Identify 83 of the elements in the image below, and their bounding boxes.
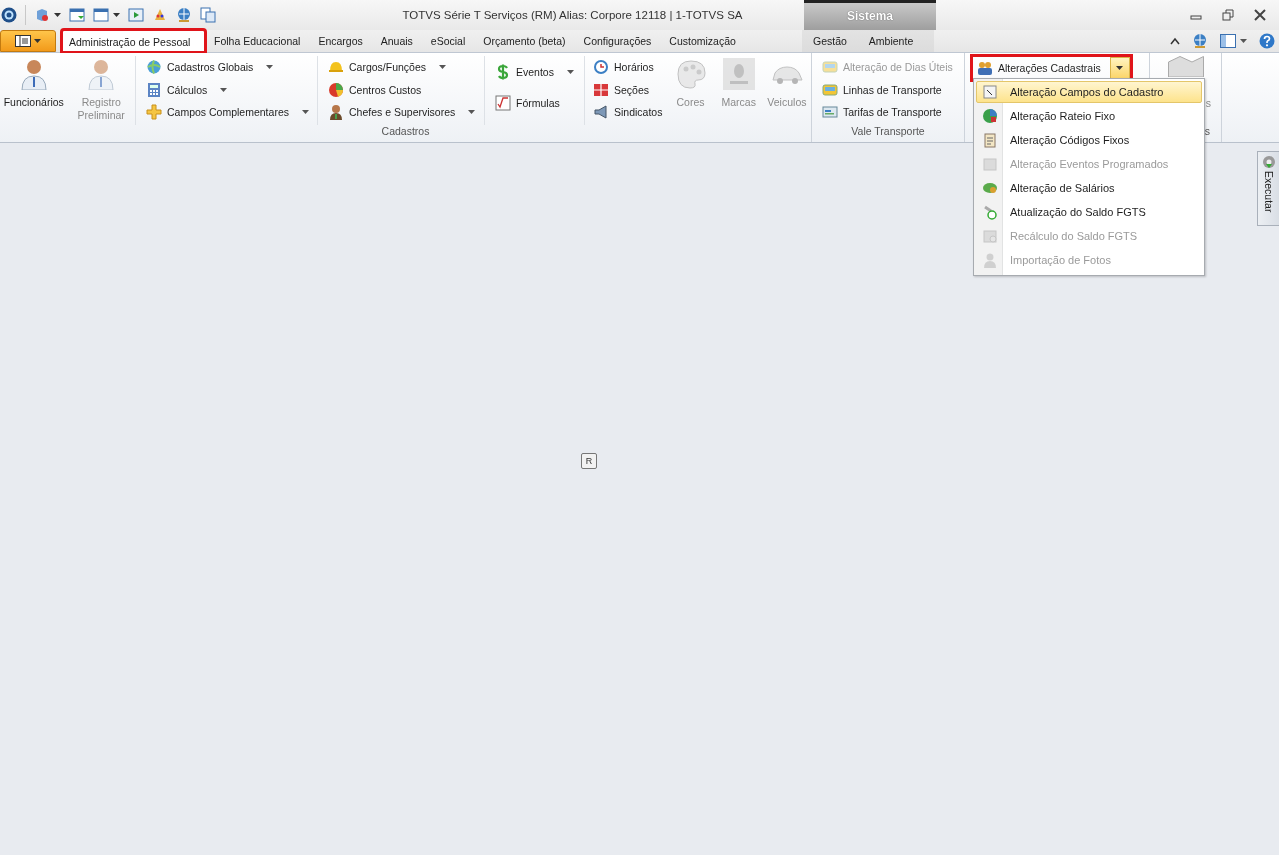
window-icon[interactable] [69,7,85,23]
ribbon-tab[interactable]: Anuais [371,31,422,52]
sections-icon [593,81,609,98]
ribbon-tab[interactable]: Configurações [574,31,661,52]
ticket-icon [822,104,838,120]
ribbon-tab[interactable]: Encargos [309,31,372,52]
ribbon-tab[interactable]: eSocial [421,31,475,52]
layout-icon[interactable] [1220,34,1236,48]
clock-icon [593,59,609,75]
window-title: TOTVS Série T Serviços (RM) Alias: Corpore 12118 | 1-TOTVS SA [401,9,744,21]
helmet-icon [328,59,344,75]
dollar-icon [495,63,511,80]
caret-icon [266,65,274,69]
play-icon[interactable] [128,7,144,23]
menu-item[interactable]: Alteração Campos do Cadastro [976,81,1202,103]
document-icon [982,228,998,244]
ribbon-button[interactable]: Fórmulas [495,93,578,114]
ribbon-button[interactable]: Cargos/Funções [328,57,478,77]
caret-icon [220,87,228,92]
formula-icon [495,95,511,112]
megaphone-icon [593,104,609,120]
refresh-icon [982,204,998,220]
restore-icon[interactable] [1222,9,1234,21]
menu-item[interactable]: Alteração Rateio Fixo [976,105,1202,127]
menu-item[interactable]: Alteração de Salários [976,177,1202,199]
close-icon[interactable] [1254,9,1266,21]
ribbon-button[interactable]: Campos Complementares [146,102,311,122]
caret-icon [301,110,309,114]
caret-icon [34,39,41,43]
split-button[interactable]: Alterações Cadastrais [973,57,1130,79]
ribbon-button[interactable]: Linhas de Transporte [822,79,953,100]
group-label: s [1204,125,1210,137]
cube-icon[interactable] [34,7,50,23]
ribbon-button[interactable]: Cálculos [146,79,311,100]
side-tab[interactable]: Executar [1257,151,1279,226]
logo-icon [722,58,755,90]
button-label: s [1205,97,1211,109]
ribbon-button[interactable]: Chefes e Supervisores [328,102,478,122]
pie-chart-icon [328,81,344,98]
app-logo-icon[interactable] [1,7,17,23]
people-icon [977,60,993,76]
menu-icon [15,35,31,47]
caret-icon [566,69,574,74]
ribbon-button[interactable]: Horários [593,57,663,77]
context-tab-group-header: Sistema [804,0,936,30]
ribbon-tab[interactable]: Orçamento (beta) [474,31,575,52]
caret-icon [54,13,61,17]
ribbon-button[interactable]: Cadastros Globais [146,57,311,77]
caret-icon [1116,66,1124,70]
ribbon-tab[interactable]: Administração de Pessoal [62,30,205,52]
menu-item[interactable]: Atualização do Saldo FGTS [976,201,1202,223]
ribbon-button[interactable]: Tarifas de Transporte [822,102,953,122]
ribbon-button[interactable]: Centros Custos [328,79,478,100]
ribbon-tab[interactable]: Ambiente [857,31,925,52]
ribbon-button[interactable]: Sindicatos [593,102,663,122]
help-icon[interactable] [1259,33,1275,49]
ribbon-button[interactable]: Funcionários [0,56,68,125]
dropdown-button[interactable] [1109,57,1130,79]
caret-icon [113,13,120,17]
ribbon-tab[interactable]: Customização [660,31,745,52]
ribbon-button[interactable]: Seções [593,79,663,100]
group-label: Cadastros [381,125,430,137]
ribbon-tab[interactable]: Gestão [802,31,858,52]
form-icon [982,84,998,100]
copy-icon[interactable] [200,7,216,23]
caret-icon [468,110,476,114]
ribbon-button[interactable]: Eventos [495,61,578,82]
collapse-ribbon-icon[interactable] [1170,37,1180,45]
person-icon [328,104,344,120]
caret-icon [1240,39,1247,43]
canvas-marker: R [581,453,597,469]
menu-item[interactable]: Alteração Códigos Fixos [976,129,1202,151]
ribbon-tab[interactable]: Folha Educacional [205,31,310,52]
calculator-icon [146,81,162,98]
window-icon[interactable] [93,7,109,23]
plus-icon [146,104,162,120]
group-label: Vale Transporte [851,125,925,137]
application-menu-button[interactable] [0,30,56,52]
clipboard-icon [982,132,998,148]
caret-icon [439,65,447,69]
money-icon [982,180,998,196]
person-icon [982,252,998,268]
gear-icon [1261,155,1276,169]
